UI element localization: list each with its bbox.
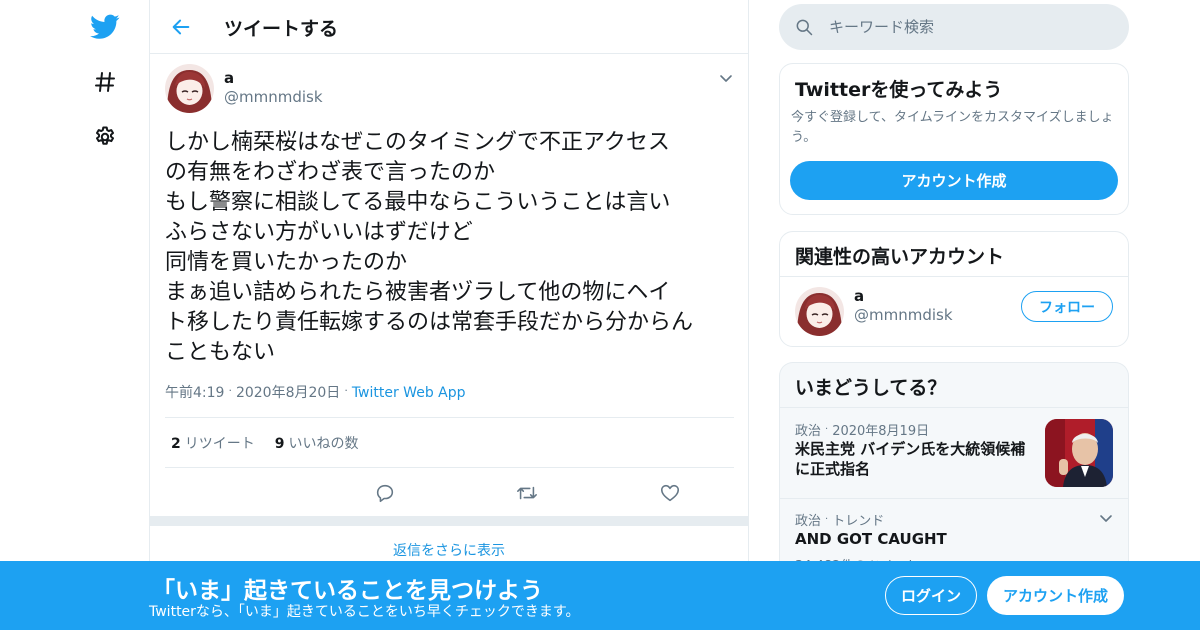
related-account-name[interactable]: a [854, 287, 864, 305]
related-avatar[interactable] [795, 287, 844, 336]
retweet-count[interactable]: 2 リツイート [171, 433, 255, 453]
tweet-date[interactable]: 2020年8月20日 [236, 385, 340, 401]
tweet-text-line: ふらさない方がいいはずだけど [165, 220, 473, 245]
tweet-actions [165, 468, 820, 518]
gear-icon [96, 126, 114, 145]
page-header: ツイートする [150, 0, 748, 54]
author-handle[interactable]: @mmnmdisk [224, 88, 323, 106]
trend-photo-image [1045, 419, 1113, 487]
tweet-text-line: しかし楠栞桜はなぜこのタイミングで不正アクセス [165, 130, 670, 155]
explore-button[interactable] [80, 57, 130, 107]
banner-create-account-button[interactable]: アカウント作成 [987, 576, 1124, 615]
tweet-stats: 2 リツイート 9 いいねの数 [165, 417, 734, 468]
tweet-menu-button[interactable] [716, 68, 736, 88]
related-accounts-title: 関連性の高いアカウント [795, 246, 1005, 268]
back-arrow-icon [172, 19, 190, 35]
retweet-icon [517, 486, 537, 500]
like-count-label: いいねの数 [288, 435, 359, 452]
divider [780, 276, 1128, 277]
banner-title: 「いま」起きていることを見つけよう [152, 578, 543, 604]
author-name[interactable]: a [224, 69, 234, 87]
page: ツイートする a @mmnmdisk しかし楠栞桜はなぜこのタイミングで不正アク… [0, 0, 1200, 630]
tweet-text-line: こともない [165, 340, 276, 365]
like-count[interactable]: 9 いいねの数 [275, 433, 359, 453]
search-icon [796, 19, 813, 36]
tweet-source-link[interactable]: Twitter Web App [352, 385, 466, 401]
tweet-text: しかし楠栞桜はなぜこのタイミングで不正アクセス の有無をわざわざ表で言ったのか … [165, 128, 735, 368]
main-column: ツイートする a @mmnmdisk しかし楠栞桜はなぜこのタイミングで不正アク… [149, 0, 820, 630]
signup-banner: 「いま」起きていることを見つけよう Twitterなら、「いま」起きていることを… [0, 561, 1200, 630]
signup-card-title: Twitterを使ってみよう [795, 79, 1003, 101]
heart-icon [660, 484, 680, 502]
hashtag-icon [95, 72, 115, 92]
tweet-timestamp: 午前4:19 · 2020年8月20日 · Twitter Web App [165, 384, 466, 401]
back-button[interactable] [164, 10, 198, 44]
avatar-image [795, 287, 844, 336]
chevron-down-icon [720, 75, 732, 82]
signup-card: Twitterを使ってみよう 今すぐ登録して、タイムラインをカスタマイズしましょ… [779, 63, 1129, 215]
avatar[interactable] [165, 64, 214, 113]
tweet-text-line: の有無をわざわざ表で言ったのか [165, 160, 496, 185]
create-account-button[interactable]: アカウント作成 [790, 161, 1118, 200]
trend-date: 2020年8月19日 [832, 424, 930, 439]
tweet-text-line: もし警察に相談してる最中ならこういうことは言い [165, 190, 671, 215]
tweet-text-line: ト移したり責任転嫁するのは常套手段だから分からん [165, 310, 694, 335]
login-button[interactable]: ログイン [885, 576, 977, 615]
signup-card-description: 今すぐ登録して、タイムラインをカスタマイズしましょう。 [791, 110, 1114, 145]
tweet-time[interactable]: 午前4:19 [165, 385, 224, 401]
search-input[interactable] [829, 16, 1109, 38]
banner-subtitle: Twitterなら、「いま」起きていることをいち早くチェックできます。 [149, 604, 580, 620]
section-divider [150, 516, 748, 526]
trend-category: 政治 [795, 514, 822, 529]
trend-meta: 政治 · 2020年8月19日 [795, 424, 930, 439]
show-more-replies-link[interactable]: 返信をさらに表示 [150, 540, 748, 560]
settings-button[interactable] [80, 112, 130, 162]
follow-button[interactable]: フォロー [1021, 291, 1113, 322]
chevron-down-icon [1100, 515, 1112, 522]
trend-category: 政治 [795, 424, 822, 439]
reply-icon [376, 484, 394, 503]
trend-title: 米民主党 バイデン氏を大統領候補 [795, 440, 1026, 458]
trend-title: AND GOT CAUGHT [795, 530, 947, 548]
page-title: ツイートする [224, 18, 339, 40]
like-count-number: 9 [274, 435, 285, 452]
trends-title: いまどうしてる？ [795, 377, 947, 399]
trend-thumbnail[interactable] [1045, 419, 1113, 487]
trend-sub: トレンド [832, 514, 885, 529]
related-accounts-card: 関連性の高いアカウント a @mmnmdisk フォロー [779, 231, 1129, 347]
reply-button[interactable] [372, 480, 398, 506]
trend-title: に正式指名 [795, 460, 871, 478]
tweet-text-line: まぁ追い詰められたら被害者ヅラして他の物にヘイ [165, 280, 671, 305]
retweet-count-number: 2 [171, 435, 181, 452]
related-account-handle[interactable]: @mmnmdisk [854, 306, 953, 324]
tweet-text-line: 同情を買いたかったのか [165, 250, 408, 275]
twitter-logo-button[interactable] [80, 2, 130, 52]
trend-menu-button[interactable] [1096, 508, 1116, 528]
like-button[interactable] [657, 480, 683, 506]
retweet-count-label: リツイート [184, 435, 255, 452]
trend-meta: 政治 · トレンド [795, 514, 885, 529]
search-bar [779, 4, 1129, 50]
retweet-button[interactable] [514, 480, 540, 506]
twitter-bird-icon [90, 14, 120, 39]
avatar-image [165, 64, 214, 113]
